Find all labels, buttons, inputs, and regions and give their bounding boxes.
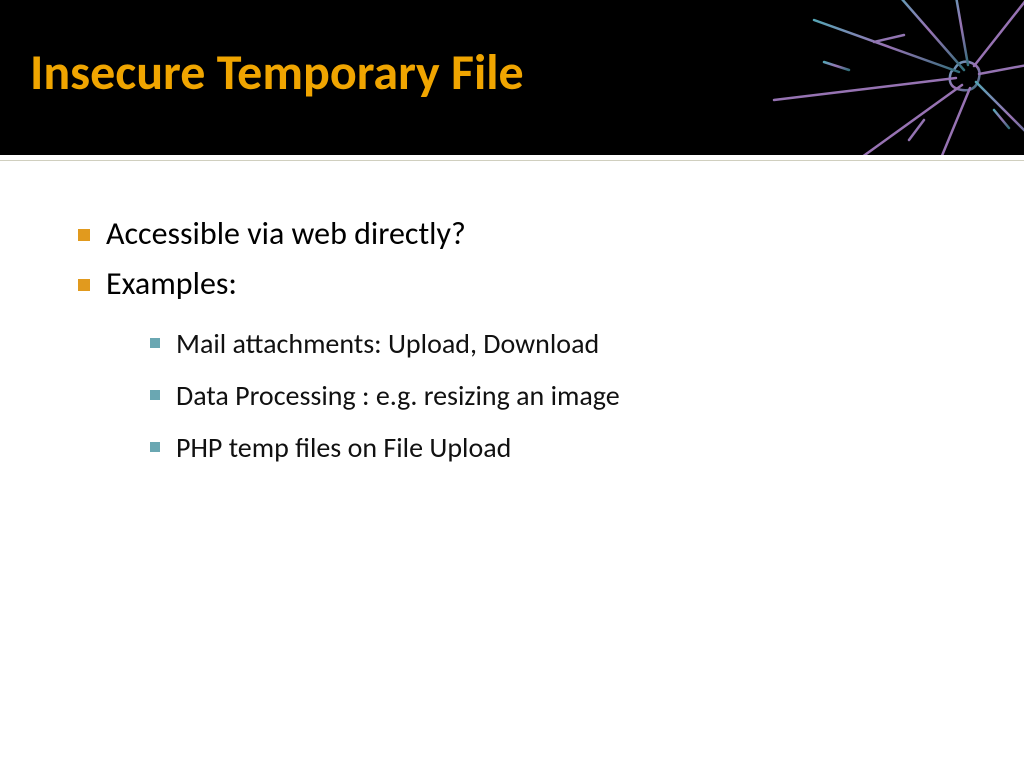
shatter-icon bbox=[754, 0, 1024, 155]
sub-bullet-item: Mail attachments: Upload, Download bbox=[106, 318, 970, 370]
bullet-item: Accessible via web directly? bbox=[72, 209, 970, 259]
slide-title: Insecure Temporary File bbox=[30, 42, 524, 103]
slide-header: Insecure Temporary File bbox=[0, 0, 1024, 155]
slide-body: Accessible via web directly? Examples: M… bbox=[0, 161, 1024, 474]
sub-bullet-text: PHP temp files on File Upload bbox=[176, 430, 511, 465]
sub-bullet-text: Mail attachments: Upload, Download bbox=[176, 326, 599, 361]
sub-bullet-item: PHP temp files on File Upload bbox=[106, 422, 970, 474]
bullet-list-level2: Mail attachments: Upload, Download Data … bbox=[106, 318, 970, 473]
slide: Insecure Temporary File bbox=[0, 0, 1024, 768]
bullet-item: Examples: Mail attachments: Upload, Down… bbox=[72, 259, 970, 474]
bullet-text: Examples: bbox=[106, 264, 237, 303]
bullet-list-level1: Accessible via web directly? Examples: M… bbox=[72, 209, 970, 474]
sub-bullet-text: Data Processing : e.g. resizing an image bbox=[176, 378, 620, 413]
sub-bullet-item: Data Processing : e.g. resizing an image bbox=[106, 370, 970, 422]
bullet-text: Accessible via web directly? bbox=[106, 214, 466, 253]
